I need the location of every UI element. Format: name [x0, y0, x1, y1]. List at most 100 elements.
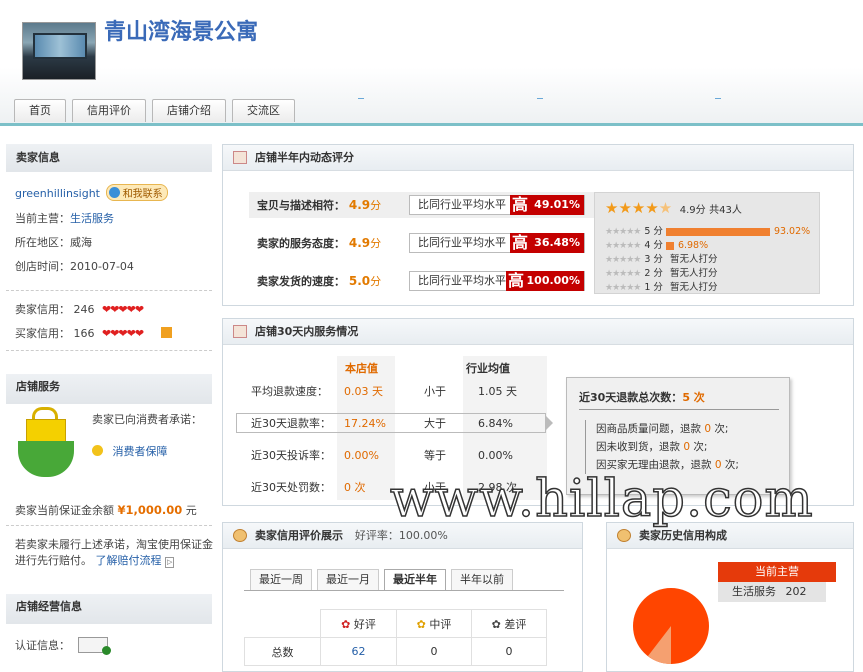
shop-slogan: 追求住的品位享受给商务人士，首选人士的选择 [106, 46, 327, 57]
divider [715, 98, 721, 99]
contact-button[interactable]: 和我联系 [105, 184, 168, 201]
star-icon: ★★★★★ [605, 283, 641, 293]
created-label: 创店时间： [15, 260, 70, 273]
consumer-protection-link[interactable]: 消费者保障 [113, 445, 168, 458]
dsr-compare-tag: 高 49.01% [510, 195, 584, 215]
divider [579, 409, 779, 410]
row-label: 近30天退款率： [251, 417, 331, 430]
rating-pct: 暂无人打分 [669, 254, 718, 265]
row-label: 平均退款速度： [251, 385, 328, 398]
col-good: 好评 [353, 617, 376, 631]
dsr-row: 卖家发货的速度： 5.0分 比同行业平均水平高 100.00% [251, 268, 619, 294]
main-business-link[interactable]: 生活服务 [70, 212, 114, 225]
total-good[interactable]: 62 [320, 637, 397, 666]
divider [537, 98, 543, 99]
dsr-label: 卖家发货的速度： [257, 275, 345, 288]
nav-tabs: 首页 信用评价 店铺介绍 交流区 [14, 99, 301, 122]
tab-credit[interactable]: 信用评价 [72, 99, 146, 122]
tab-half-year[interactable]: 最近半年 [384, 569, 446, 590]
business-info-heading: 店铺经营信息 [6, 594, 212, 624]
star-icon: ★★★★★ [605, 227, 641, 237]
user-icon [617, 529, 631, 542]
reason-text: 因商品质量问题，退款 [596, 423, 701, 435]
id-card-icon[interactable] [77, 637, 111, 655]
dsr-label: 卖家的服务态度： [257, 237, 345, 250]
rating-row: ★★★★★ 1 分 暂无人打分 [605, 279, 717, 293]
tab-intro[interactable]: 店铺介绍 [152, 99, 226, 122]
compare-word: 小于 [424, 385, 446, 398]
dsr-label: 宝贝与描述相符： [257, 199, 345, 212]
tab-week[interactable]: 最近一周 [250, 569, 312, 590]
shop-value: 17.24% [344, 416, 386, 430]
rating-pct: 暂无人打分 [669, 282, 718, 293]
heart-icon[interactable]: ❤❤❤❤❤ [102, 303, 144, 316]
arrow-icon[interactable]: ▷ [165, 557, 175, 568]
star-icon: ★★★★★ [605, 269, 641, 279]
rating-bar [665, 227, 770, 236]
credit-table: ✿ 好评 ✿ 中评 ✿ 差评 总数 62 0 0 [244, 609, 547, 666]
heart-icon[interactable]: ❤❤❤❤❤ [102, 327, 144, 340]
dsr-score: 5.0 [348, 274, 371, 288]
tab-forum[interactable]: 交流区 [232, 99, 295, 122]
divider [6, 350, 212, 351]
contact-label: 和我联系 [122, 189, 163, 200]
category-name: 生活服务 [732, 585, 776, 598]
dsr-high-label: 高 [508, 271, 525, 290]
dsr-score: 4.9 [348, 198, 371, 212]
dsr-row: 卖家的服务态度： 4.9分 比同行业平均水平高 36.48% [251, 230, 619, 256]
seller-name-link[interactable]: greenhillinsight [15, 187, 100, 200]
rating-label: 4 分 [644, 240, 666, 251]
credit-title: 卖家信用评价展示 [255, 529, 343, 542]
overall-score: 4.9分 [679, 205, 706, 216]
tab-month[interactable]: 最近一月 [317, 569, 379, 590]
shop-value: 0.03 天 [344, 385, 383, 398]
deposit-label: 卖家当前保证金余额 [15, 504, 114, 517]
flower-icon: ✿ [341, 617, 351, 631]
dsr-compare-text: 比同行业平均水平 [418, 198, 506, 211]
arrow-icon [546, 416, 553, 430]
col-bad: 差评 [504, 617, 527, 631]
rate-icon[interactable] [160, 327, 172, 338]
half-star-icon: ★ [658, 199, 673, 217]
chat-icon [108, 187, 120, 198]
rating-pct: 暂无人打分 [669, 268, 718, 279]
star-icon: ★★★★★ [605, 241, 641, 251]
col-neutral: 中评 [429, 617, 452, 631]
dsr-compare-tag: 高 100.00% [506, 271, 584, 291]
rating-distribution: ★★★★★ 4.9分 共43人 ★★★★★ 5 分 93.02% ★★★★★ 4 分 … [594, 192, 820, 294]
rating-row: ★★★★★ 3 分 暂无人打分 [605, 251, 717, 265]
dsr-pct: 49.01% [534, 198, 580, 211]
rating-bar [665, 241, 674, 250]
claim-process-link[interactable]: 了解赔付流程 [96, 554, 162, 567]
main-business-tag: 当前主营 [718, 562, 836, 582]
dsr-score: 4.9 [348, 236, 371, 250]
created-value: 2010-07-04 [70, 260, 134, 273]
col-shop-heading: 本店值 [345, 362, 378, 375]
rating-pct: 6.98% [677, 240, 709, 251]
dsr-unit: 分 [370, 275, 382, 288]
tab-before-half-year[interactable]: 半年以前 [451, 569, 513, 590]
row-label: 近30天处罚数： [251, 481, 331, 494]
reason-count: 0 [704, 423, 712, 435]
tab-home[interactable]: 首页 [14, 99, 66, 122]
total-neutral: 0 [396, 637, 472, 666]
category-count: 202 [785, 585, 807, 598]
dsr-unit: 分 [370, 199, 382, 212]
location-value: 威海 [70, 236, 92, 249]
industry-value: 6.84% [478, 416, 513, 430]
deposit-value: ¥1,000.00 [117, 503, 183, 517]
wilted-icon: ✿ [491, 617, 501, 631]
dsr-compare-text: 比同行业平均水平 [418, 274, 506, 287]
shop-logo[interactable] [22, 22, 96, 80]
dsr-compare-text: 比同行业平均水平 [418, 236, 506, 249]
buyer-credit-label: 买家信用： [15, 327, 70, 340]
summary-label: 近30天退款总次数： [579, 391, 683, 404]
history-pie [633, 588, 709, 664]
dsr-high-label: 高 [512, 233, 529, 252]
divider [244, 590, 564, 591]
shopping-bag-icon [16, 407, 82, 483]
star-icon: ★★★★★ [605, 255, 641, 265]
rating-label: 3 分 [644, 254, 666, 265]
rating-pct: 93.02% [773, 226, 811, 237]
compare-word: 等于 [424, 449, 446, 462]
